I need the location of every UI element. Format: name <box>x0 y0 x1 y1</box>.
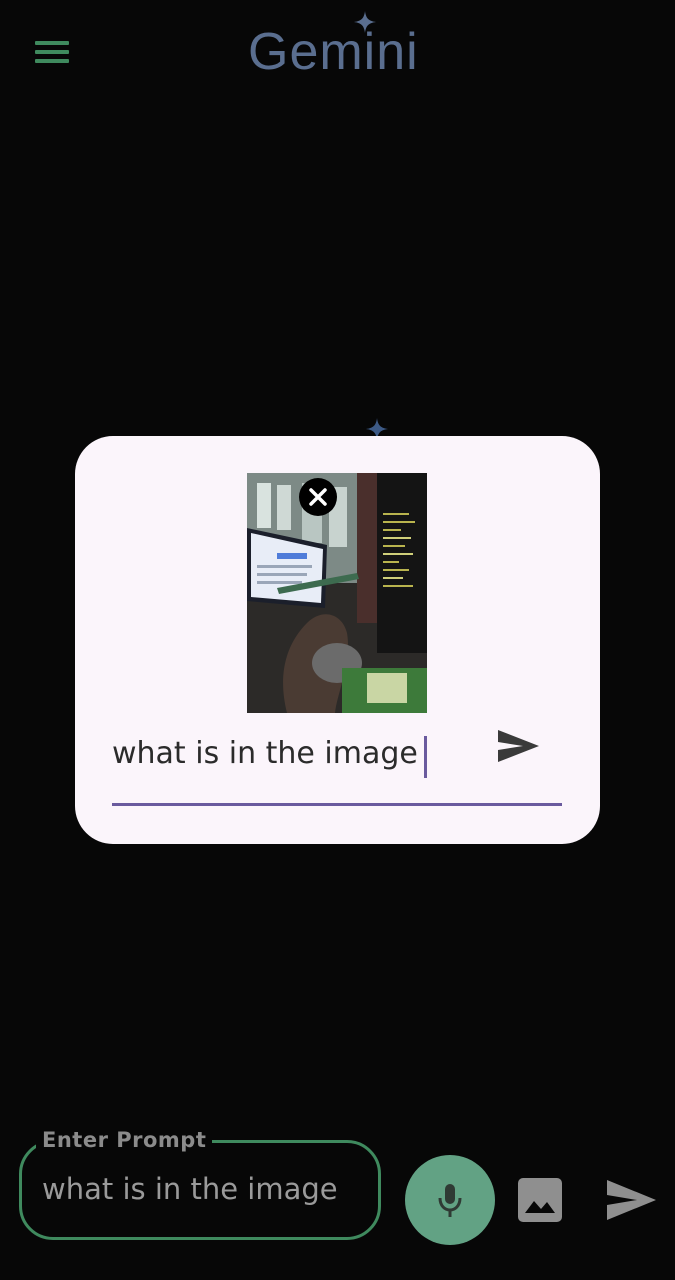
photo-thumbnail <box>247 473 427 713</box>
remove-image-button[interactable] <box>299 478 337 516</box>
close-icon <box>309 488 327 506</box>
menu-button[interactable] <box>30 34 76 74</box>
prompt-dialog: what is in the image <box>75 436 600 844</box>
image-icon[interactable] <box>516 1176 564 1224</box>
menu-icon-bar <box>35 59 69 63</box>
attached-image-preview <box>247 473 427 713</box>
prompt-label: Enter Prompt <box>36 1128 213 1152</box>
text-cursor <box>424 736 427 778</box>
app-title: Gemini <box>248 23 419 81</box>
send-icon[interactable] <box>493 726 543 766</box>
app-logo: Gemini <box>248 11 448 82</box>
microphone-button[interactable] <box>405 1155 495 1245</box>
microphone-icon <box>438 1184 462 1217</box>
sparkle-icon <box>354 11 376 33</box>
send-icon[interactable] <box>603 1176 659 1224</box>
menu-icon-bar <box>35 50 69 54</box>
menu-icon-bar <box>35 41 69 45</box>
prompt-input-text[interactable]: what is in the image <box>42 1172 338 1206</box>
dialog-prompt-input[interactable]: what is in the image <box>112 736 418 771</box>
input-underline <box>112 803 562 806</box>
